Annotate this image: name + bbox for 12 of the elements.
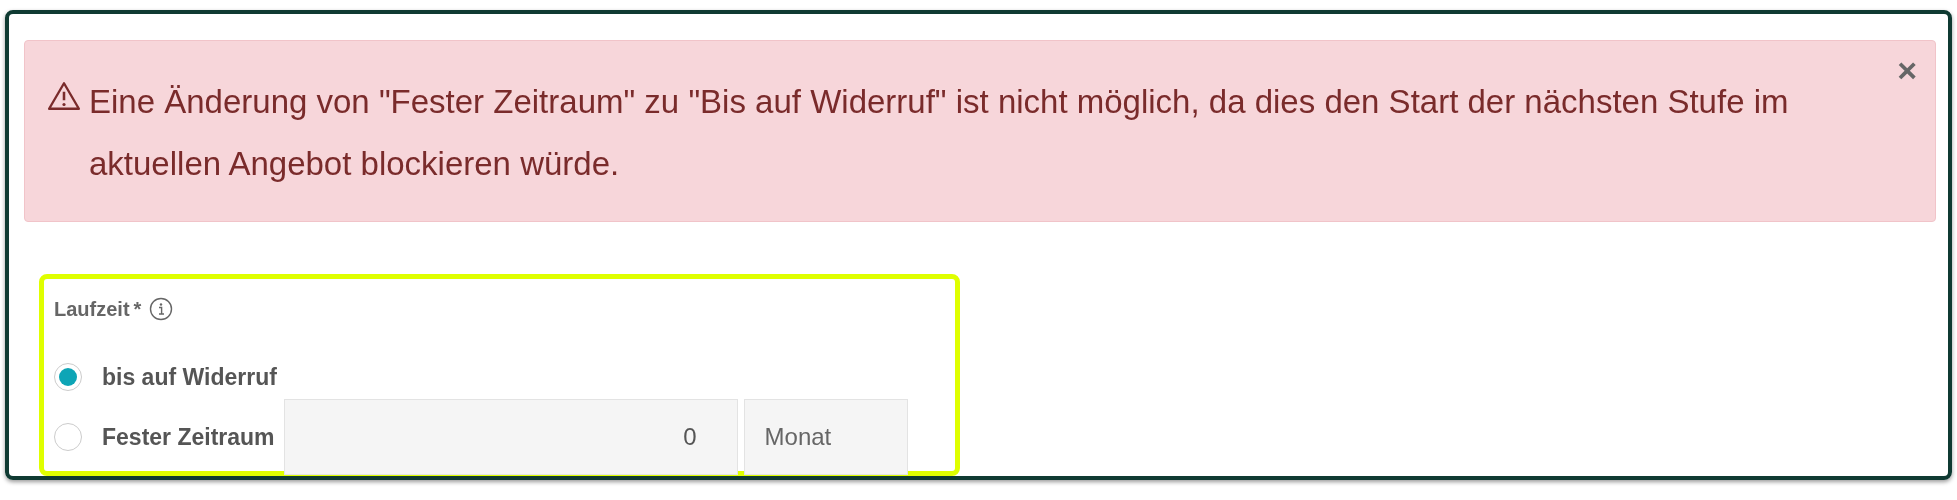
alert-message: Eine Änderung von "Fester Zeitraum" zu "Bis auf Widerruf" ist nicht möglich, da dies den Start der nächsten Stufe im aktuellen Angebot blockieren würde. <box>89 82 1790 184</box>
info-icon[interactable] <box>149 297 174 321</box>
radio-label[interactable]: bis auf Widerruf <box>102 363 277 391</box>
required-mark: * <box>133 297 142 321</box>
field-label: Laufzeit <box>54 297 130 321</box>
radio-button[interactable] <box>54 363 82 391</box>
warning-icon <box>47 81 81 111</box>
radio-label[interactable]: Fester Zeitraum <box>102 423 275 451</box>
close-button[interactable]: × <box>1893 51 1921 90</box>
unit-addon: Monat <box>743 399 908 475</box>
duration-input[interactable]: 0 <box>283 399 738 475</box>
radio-button[interactable] <box>54 423 82 451</box>
